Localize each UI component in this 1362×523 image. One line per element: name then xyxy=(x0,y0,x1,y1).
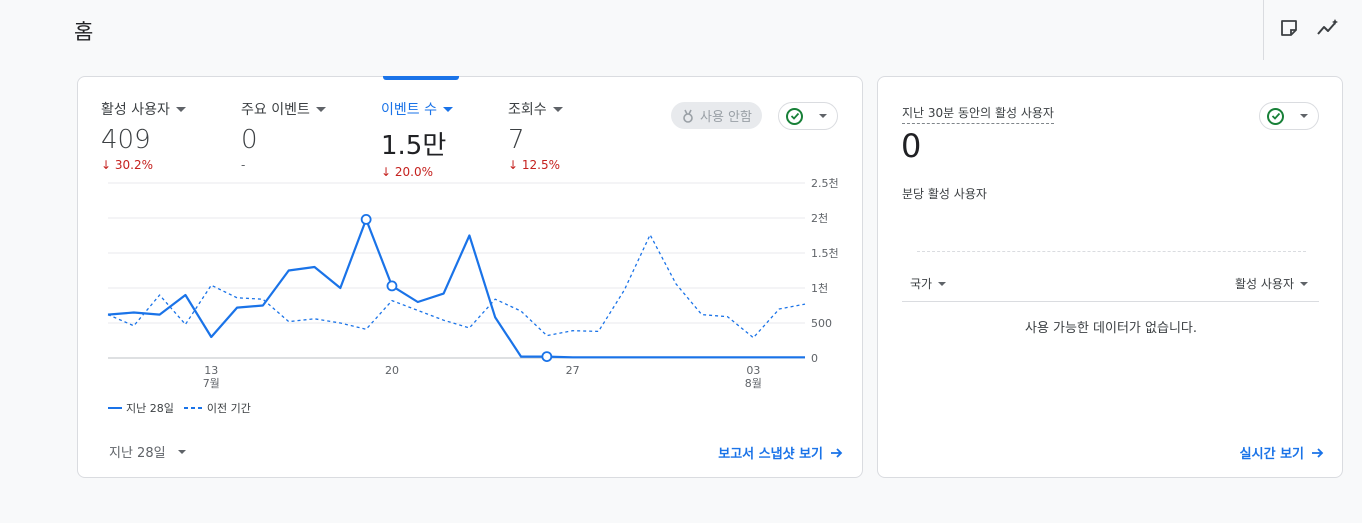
page-title: 홈 xyxy=(74,20,94,44)
metric-label: 조회수 xyxy=(508,102,547,118)
metric-header: 주요 이벤트 xyxy=(241,99,326,119)
metric-key-events[interactable]: 주요 이벤트 0 - xyxy=(241,99,326,172)
check-circle-icon xyxy=(786,107,803,125)
x-tick-label: 03 xyxy=(746,364,760,377)
arrow-right-icon xyxy=(831,447,843,458)
arrow-down-icon: ↓ xyxy=(101,158,112,172)
metric-value: 1.5만 xyxy=(381,131,447,161)
metric-event-count[interactable]: 이벤트 수 1.5만 ↓ 20.0% xyxy=(381,99,453,179)
data-point-marker xyxy=(541,351,553,363)
empty-state-text: 사용 가능한 데이터가 없습니다. xyxy=(1024,321,1197,336)
realtime-subtitle: 분당 활성 사용자 xyxy=(902,187,987,201)
metric-header: 활성 사용자 xyxy=(101,99,186,119)
medal-icon xyxy=(683,109,693,123)
active-tab-indicator xyxy=(383,76,459,80)
insights-chip-label: 사용 안함 xyxy=(700,110,752,125)
chart-legend: 지난 28일 이전 기간 xyxy=(108,400,251,416)
view-report-snapshot-link[interactable]: 보고서 스냅샷 보기 xyxy=(718,443,843,462)
x-tick-month-label: 7월 xyxy=(203,377,220,390)
date-range-select[interactable]: 지난 28일 xyxy=(109,442,186,461)
active-users-column-header[interactable]: 활성 사용자 xyxy=(1235,275,1308,292)
comparison-button[interactable] xyxy=(778,102,838,130)
caret-down-icon xyxy=(442,106,453,112)
data-point-marker xyxy=(386,280,398,292)
y-tick-label: 2.5천 xyxy=(811,177,839,190)
x-tick-month-label: 8월 xyxy=(745,377,762,390)
table-divider xyxy=(902,301,1319,302)
metric-header: 이벤트 수 xyxy=(381,99,453,119)
legend-dashed-swatch xyxy=(183,407,202,409)
caret-down-icon xyxy=(552,106,563,112)
insights-icon[interactable] xyxy=(1316,16,1340,40)
country-column-header[interactable]: 국가 xyxy=(910,275,947,292)
view-realtime-label: 실시간 보기 xyxy=(1239,447,1304,462)
realtime-value: 0 xyxy=(901,127,922,165)
y-tick-label: 1천 xyxy=(811,281,828,295)
top-bar: 홈 xyxy=(0,0,1362,60)
y-tick-label: 1.5천 xyxy=(811,246,839,260)
metric-views[interactable]: 조회수 7 ↓ 12.5% xyxy=(508,99,563,172)
caret-down-icon xyxy=(177,449,186,454)
metric-delta: ↓ 30.2% xyxy=(101,158,186,172)
realtime-title: 지난 30분 동안의 활성 사용자 xyxy=(902,104,1054,124)
arrow-right-icon xyxy=(1312,447,1324,458)
metric-label: 활성 사용자 xyxy=(101,102,170,118)
metric-value: 0 xyxy=(241,125,258,155)
overview-card: 활성 사용자 409 ↓ 30.2% 주요 이벤트 0 - 이벤트 수 1.5만… xyxy=(77,76,863,478)
event-count-chart: 0 500 1천 1.5천 2천 2.5천 137월 20 27 038월 xyxy=(107,177,839,390)
x-tick-label: 20 xyxy=(385,364,399,377)
metric-active-users[interactable]: 활성 사용자 409 ↓ 30.2% xyxy=(101,99,186,172)
metric-header: 조회수 xyxy=(508,99,563,119)
arrow-down-icon: ↓ xyxy=(508,158,519,172)
metric-value: 409 xyxy=(101,125,151,155)
caret-down-icon xyxy=(819,114,827,118)
legend-solid-swatch xyxy=(108,407,122,409)
notes-icon[interactable] xyxy=(1277,16,1301,40)
check-circle-icon xyxy=(1267,107,1284,125)
caret-down-icon xyxy=(1300,114,1308,118)
legend-current-label: 지난 28일 xyxy=(126,402,174,415)
y-tick-label: 0 xyxy=(811,352,818,365)
realtime-card: 지난 30분 동안의 활성 사용자 0 분당 활성 사용자 국가 활성 사용자 … xyxy=(877,76,1343,478)
top-divider xyxy=(1263,0,1264,60)
y-tick-label: 500 xyxy=(811,317,832,330)
realtime-comparison-button[interactable] xyxy=(1259,102,1319,130)
metric-label: 주요 이벤트 xyxy=(241,102,310,118)
insights-chip: 사용 안함 xyxy=(671,102,762,129)
delta-value: 30.2% xyxy=(114,158,154,172)
previous-period-line xyxy=(107,234,806,339)
metric-label: 이벤트 수 xyxy=(381,102,437,118)
metric-delta: ↓ 12.5% xyxy=(508,158,563,172)
date-range-label: 지난 28일 xyxy=(109,446,166,461)
caret-down-icon xyxy=(1300,281,1308,286)
delta-value: 12.5% xyxy=(521,158,561,172)
data-point-marker xyxy=(360,214,372,225)
view-report-snapshot-label: 보고서 스냅샷 보기 xyxy=(718,447,823,462)
x-tick-label: 27 xyxy=(566,364,580,377)
caret-down-icon xyxy=(315,106,326,112)
metric-delta: - xyxy=(241,158,246,172)
view-realtime-link[interactable]: 실시간 보기 xyxy=(1240,443,1324,462)
country-column-label: 국가 xyxy=(910,277,933,291)
caret-down-icon xyxy=(175,106,186,112)
active-users-column-label: 활성 사용자 xyxy=(1234,277,1294,291)
caret-down-icon xyxy=(938,281,947,286)
realtime-bar-placeholder xyxy=(917,251,1306,252)
y-tick-label: 2천 xyxy=(811,211,828,225)
legend-previous-label: 이전 기간 xyxy=(206,402,251,415)
metric-value: 7 xyxy=(508,125,525,155)
x-tick-label: 13 xyxy=(204,364,218,377)
